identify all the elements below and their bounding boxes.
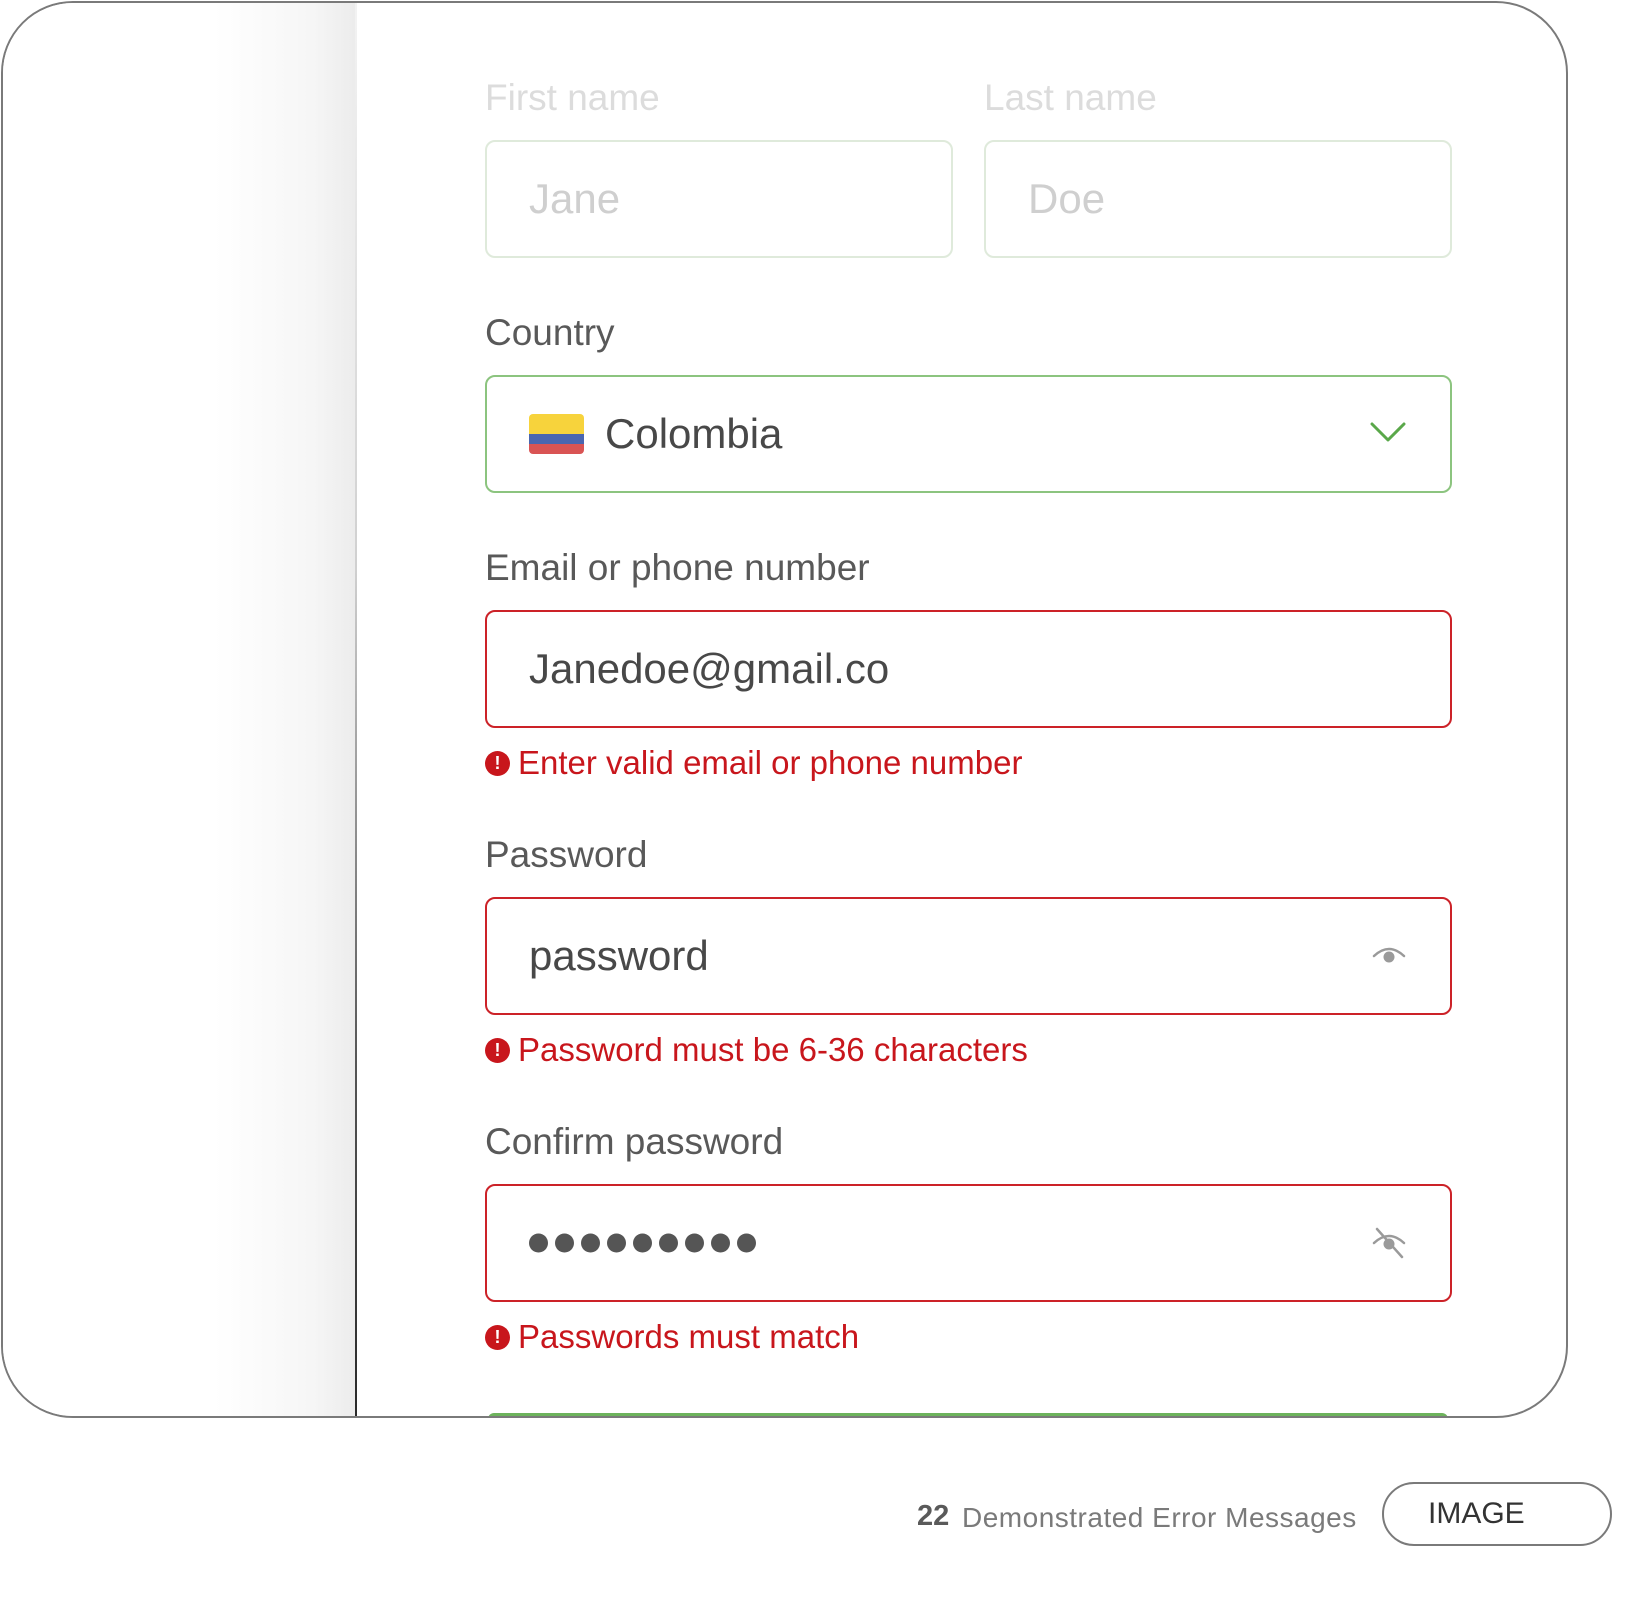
error-icon: !: [485, 1324, 510, 1350]
caption-number: 22: [917, 1500, 950, 1532]
email-input[interactable]: Janedoe@gmail.co: [485, 610, 1452, 728]
last-name-value: Doe: [1028, 175, 1106, 222]
confirm-password-input[interactable]: [485, 1184, 1452, 1302]
country-value: Colombia: [605, 410, 783, 457]
email-error: ! Enter valid email or phone number: [485, 744, 1022, 782]
masked-password: [529, 1233, 756, 1253]
mask-dot: [529, 1233, 548, 1253]
image-tag: IMAGE: [1382, 1482, 1612, 1546]
error-icon: !: [485, 750, 510, 776]
password-error: ! Password must be 6-36 characters: [485, 1031, 1028, 1069]
first-name-label: First name: [485, 77, 660, 118]
confirm-password-label: Confirm password: [485, 1121, 784, 1162]
panel-divider: [355, 3, 357, 1416]
country-select[interactable]: Colombia: [485, 375, 1452, 493]
error-icon: !: [485, 1037, 510, 1063]
mask-dot: [607, 1233, 626, 1253]
first-name-value: Jane: [529, 175, 621, 222]
password-label: Password: [485, 834, 648, 875]
mask-dot: [711, 1233, 730, 1253]
last-name-input[interactable]: Doe: [984, 140, 1452, 258]
password-value: password: [529, 932, 709, 979]
password-error-text: Password must be 6-36 characters: [518, 1031, 1028, 1068]
screenshot-frame: First name Jane Last name Doe Country Co…: [1, 1, 1568, 1418]
eye-off-icon[interactable]: [1372, 1226, 1406, 1260]
mask-dot: [633, 1233, 652, 1253]
password-input[interactable]: password: [485, 897, 1452, 1015]
mask-dot: [659, 1233, 678, 1253]
mask-dot: [685, 1233, 704, 1253]
email-value: Janedoe@gmail.co: [529, 645, 890, 692]
confirm-password-error-text: Passwords must match: [518, 1318, 860, 1355]
colombia-flag-icon: [529, 414, 584, 454]
submit-button-edge[interactable]: [488, 1413, 1448, 1416]
mask-dot: [555, 1233, 574, 1253]
eye-icon[interactable]: [1372, 943, 1406, 969]
first-name-input[interactable]: Jane: [485, 140, 953, 258]
confirm-password-error: ! Passwords must match: [485, 1318, 859, 1356]
last-name-label: Last name: [984, 77, 1157, 118]
chevron-down-icon[interactable]: [1370, 421, 1406, 443]
left-panel: [3, 3, 355, 1416]
caption-text: Demonstrated Error Messages: [962, 1502, 1357, 1533]
email-error-text: Enter valid email or phone number: [518, 744, 1023, 781]
mask-dot: [737, 1233, 756, 1253]
country-label: Country: [485, 312, 615, 353]
email-label: Email or phone number: [485, 547, 870, 588]
mask-dot: [581, 1233, 600, 1253]
